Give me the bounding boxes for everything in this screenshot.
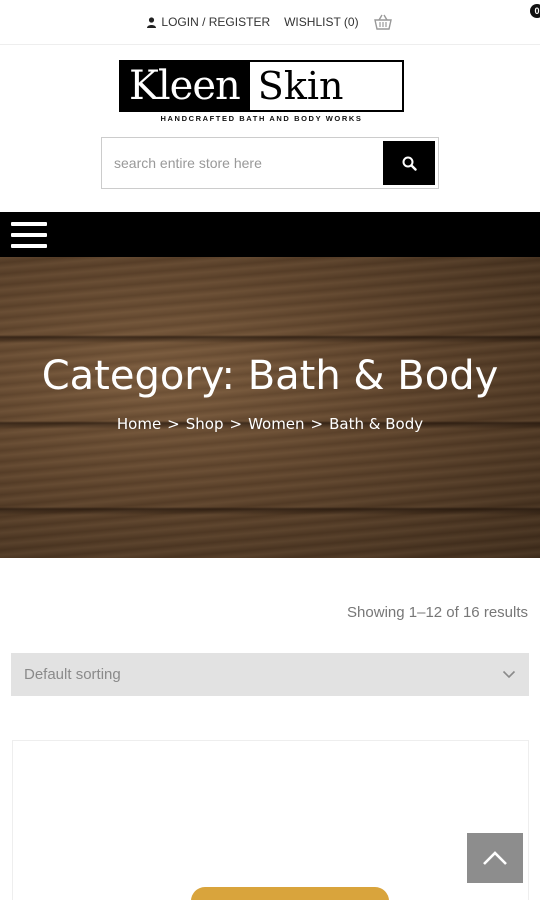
main-navigation-bar bbox=[0, 212, 540, 257]
logo-right-text: Skin bbox=[247, 62, 352, 110]
breadcrumb-separator: > bbox=[229, 415, 243, 433]
breadcrumb-separator: > bbox=[167, 415, 180, 433]
category-hero-banner: Category: Bath & Body Home > Shop > Women > Ba… bbox=[0, 257, 540, 558]
basket-icon bbox=[373, 14, 392, 30]
wishlist-link[interactable]: WISHLIST (0) bbox=[284, 15, 358, 29]
wishlist-label: WISHLIST (0) bbox=[284, 15, 359, 29]
chevron-down-icon bbox=[502, 670, 516, 679]
product-card[interactable] bbox=[12, 740, 529, 900]
cart-button[interactable] bbox=[373, 14, 393, 30]
login-register-link[interactable]: LOGIN / REGISTER bbox=[147, 15, 270, 29]
breadcrumb-women[interactable]: Women bbox=[248, 415, 304, 433]
breadcrumb-home[interactable]: Home bbox=[117, 415, 161, 433]
menu-icon[interactable] bbox=[11, 222, 47, 248]
search-box bbox=[101, 137, 439, 189]
breadcrumb-shop[interactable]: Shop bbox=[186, 415, 224, 433]
breadcrumb: Home > Shop > Women > Bath & Body bbox=[0, 415, 540, 433]
page: LOGIN / REGISTER WISHLIST (0) 0 Kleen Sk… bbox=[0, 0, 540, 900]
cart-count-badge: 0 bbox=[530, 4, 540, 18]
header-divider bbox=[0, 44, 540, 45]
chevron-up-icon bbox=[483, 851, 507, 865]
site-logo[interactable]: Kleen Skin bbox=[119, 60, 404, 112]
back-to-top-button[interactable] bbox=[467, 833, 523, 883]
sort-selected-value: Default sorting bbox=[24, 666, 121, 683]
category-title: Category: Bath & Body bbox=[41, 353, 499, 399]
results-count: Showing 1–12 of 16 results bbox=[347, 604, 528, 621]
search-input[interactable] bbox=[102, 138, 380, 188]
top-bar: LOGIN / REGISTER WISHLIST (0) bbox=[0, 0, 540, 44]
search-button[interactable] bbox=[383, 141, 435, 185]
user-icon bbox=[147, 16, 157, 28]
product-image bbox=[191, 887, 389, 900]
search-icon bbox=[402, 156, 417, 171]
breadcrumb-current: Bath & Body bbox=[329, 415, 424, 433]
breadcrumb-separator: > bbox=[310, 415, 324, 433]
logo-left-text: Kleen bbox=[121, 62, 248, 110]
login-register-label: LOGIN / REGISTER bbox=[161, 15, 271, 29]
sort-select[interactable]: Default sorting bbox=[11, 653, 529, 696]
logo-tagline: HANDCRAFTED BATH AND BODY WORKS bbox=[160, 114, 363, 123]
